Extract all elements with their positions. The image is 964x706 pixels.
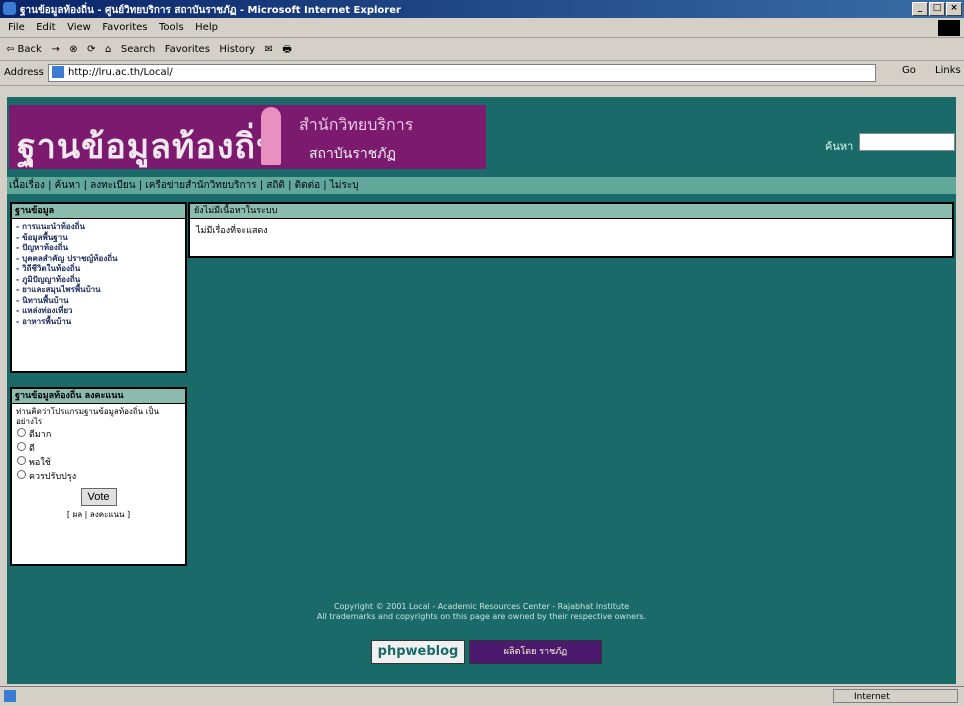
sidebar-item[interactable]: อาหารพื้นบ้าน (16, 317, 181, 328)
stop-button[interactable]: ⊗ (69, 44, 77, 55)
vote-button[interactable]: Vote (80, 488, 117, 506)
status-bar: Internet (0, 686, 964, 706)
window-controls: _ □ × (912, 2, 962, 16)
sidebar-item[interactable]: ปัญหาท้องถิ่น (16, 243, 181, 254)
site-navbar[interactable]: เนื้อเรื่อง | ค้นหา | ลงทะเบียน | เครือข… (7, 177, 956, 194)
windows-logo-icon (938, 20, 960, 36)
poll-option-label: ดี (29, 444, 35, 454)
minimize-button[interactable]: _ (912, 2, 928, 16)
sidebar-item[interactable]: วิถีชีวิตในท้องถิ่น (16, 264, 181, 275)
poll-option[interactable]: ดีมาก (12, 428, 185, 442)
poll-option[interactable]: ดี (12, 442, 185, 456)
page-status-icon (4, 690, 16, 702)
radio-icon[interactable] (17, 456, 26, 465)
poll-option-label: ดีมาก (29, 430, 52, 440)
go-button[interactable]: Go (902, 65, 916, 76)
sidebar-item[interactable]: นิทานพื้นบ้าน (16, 296, 181, 307)
flamingo-icon (261, 107, 281, 165)
sidebar-item[interactable]: ข้อมูลพื้นฐาน (16, 233, 181, 244)
sidebar-item[interactable]: บุคคลสำคัญ ปราชญ์ท้องถิ่น (16, 254, 181, 265)
logo-title: ฐานข้อมูลท้องถิ่น (17, 127, 281, 167)
favorites-button[interactable]: Favorites (165, 44, 210, 55)
sidebar-item[interactable]: ยาและสมุนไพรพื้นบ้าน (16, 285, 181, 296)
address-url: http://lru.ac.th/Local/ (68, 67, 173, 78)
menu-edit[interactable]: Edit (36, 22, 55, 33)
radio-icon[interactable] (17, 470, 26, 479)
footer-line1: Copyright © 2001 Local - Academic Resour… (333, 602, 630, 611)
sidebar-menu-box: ฐานข้อมูล การแนะนำท้องถิ่น ข้อมูลพื้นฐาน… (10, 202, 187, 373)
search-input[interactable] (859, 133, 955, 151)
sidebar-item[interactable]: การแนะนำท้องถิ่น (16, 222, 181, 233)
footer-line2: All trademarks and copyrights on this pa… (316, 612, 647, 621)
window-title: ฐานข้อมูลท้องถิ่น - ศูนย์วิทยบริการ สถาบ… (20, 5, 401, 16)
menu-view[interactable]: View (67, 22, 91, 33)
print-button[interactable]: 🖶 (282, 42, 291, 59)
close-button[interactable]: × (946, 2, 962, 16)
security-zone: Internet (833, 689, 958, 703)
address-bar: Address http://lru.ac.th/Local/ Go Links (0, 61, 964, 86)
main-message: ไม่มีเรื่องที่จะแสดง (196, 226, 268, 236)
vertical-scrollbar[interactable] (957, 97, 964, 684)
address-input[interactable]: http://lru.ac.th/Local/ (48, 64, 876, 82)
ie-icon (3, 2, 16, 15)
main-content-box: ยังไม่มีเนื้อหาในระบบ ไม่มีเรื่องที่จะแส… (188, 202, 954, 258)
back-button[interactable]: ⇦ Back (6, 44, 42, 55)
mail-button[interactable]: ✉ (264, 44, 272, 55)
main-box-title: ยังไม่มีเนื้อหาในระบบ (190, 204, 952, 219)
radio-icon[interactable] (17, 428, 26, 437)
sidebar-item[interactable]: ภูมิปัญญาท้องถิ่น (16, 275, 181, 286)
toolbar: ⇦ Back → ⊗ ⟳ ⌂ Search Favorites History … (0, 38, 964, 61)
poll-option[interactable]: พอใช้ (12, 456, 185, 470)
links-button[interactable]: Links (935, 65, 961, 76)
menu-favorites[interactable]: Favorites (102, 22, 147, 33)
phpweblog-badge[interactable]: phpweblog (371, 640, 465, 664)
history-button[interactable]: History (219, 44, 255, 55)
page-icon (52, 66, 64, 78)
page-content: ฐานข้อมูลท้องถิ่น สำนักวิทยบริการ สถาบัน… (7, 97, 956, 684)
poll-box: ฐานข้อมูลท้องถิ่น ลงคะแนน ท่านคิดว่าโปรแ… (10, 387, 187, 566)
maximize-button[interactable]: □ (929, 2, 945, 16)
poll-links[interactable]: [ ผล | ลงคะแนน ] (12, 508, 185, 521)
refresh-button[interactable]: ⟳ (87, 44, 95, 55)
menubar: File Edit View Favorites Tools Help (0, 19, 964, 38)
menu-file[interactable]: File (8, 22, 25, 33)
forward-button[interactable]: → (51, 44, 59, 55)
poll-option-label: ควรปรับปรุง (29, 472, 77, 482)
site-header: ฐานข้อมูลท้องถิ่น สำนักวิทยบริการ สถาบัน… (7, 97, 956, 170)
menu-tools[interactable]: Tools (159, 22, 184, 33)
site-logo[interactable]: ฐานข้อมูลท้องถิ่น สำนักวิทยบริการ สถาบัน… (9, 105, 486, 169)
poll-question: ท่านคิดว่าโปรแกรมฐานข้อมูลท้องถิ่น เป็นอ… (16, 407, 159, 426)
window-titlebar: ฐานข้อมูลท้องถิ่น - ศูนย์วิทยบริการ สถาบ… (0, 0, 964, 18)
radio-icon[interactable] (17, 442, 26, 451)
sidebar-item[interactable]: แหล่งท่องเที่ยว (16, 306, 181, 317)
home-button[interactable]: ⌂ (105, 44, 111, 55)
poll-option[interactable]: ควรปรับปรุง (12, 470, 185, 484)
menu-help[interactable]: Help (195, 22, 218, 33)
address-label: Address (4, 67, 44, 78)
poll-option-label: พอใช้ (29, 458, 51, 468)
logo-institute: สถาบันราชภัฏ (309, 146, 396, 162)
rajabhat-badge[interactable]: ผลิตโดย ราชภัฏ (469, 640, 602, 664)
footer-copyright: Copyright © 2001 Local - Academic Resour… (7, 602, 956, 622)
poll-title: ฐานข้อมูลท้องถิ่น ลงคะแนน (12, 389, 185, 404)
sidebar-menu-title: ฐานข้อมูล (12, 204, 185, 219)
sidebar-menu-list: การแนะนำท้องถิ่น ข้อมูลพื้นฐาน ปัญหาท้อง… (12, 219, 185, 330)
search-button[interactable]: Search (121, 44, 155, 55)
logo-org: สำนักวิทยบริการ (299, 115, 414, 134)
search-label: ค้นหา (825, 140, 854, 153)
